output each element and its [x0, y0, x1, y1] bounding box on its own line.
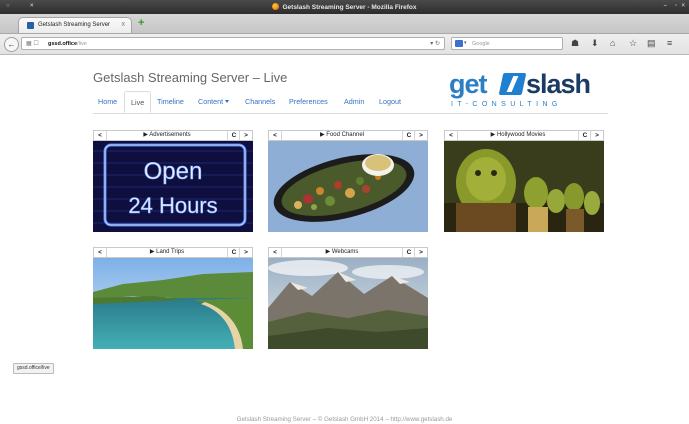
web-page: Getslash Streaming Server – Live get sla…	[0, 55, 689, 424]
next-channel-button[interactable]: >	[414, 131, 427, 140]
bookmarks-library-icon[interactable]: ▤	[647, 38, 656, 48]
nav-preferences[interactable]: Preferences	[289, 97, 328, 106]
browser-tab-label: Getslash Streaming Server	[38, 22, 111, 28]
url-text: gssd.office/live	[48, 41, 87, 47]
play-icon: ▶	[325, 249, 331, 255]
page-info-icon[interactable]: ▦ ☐	[26, 40, 39, 47]
tab-strip: Getslash Streaming Server x +	[0, 14, 689, 34]
site-favicon-icon	[27, 22, 34, 29]
channel-play-link[interactable]: ▶ Land Trips	[107, 248, 227, 257]
prev-channel-button[interactable]: <	[94, 248, 107, 257]
sign-line-1: Open	[144, 158, 203, 185]
channel-preview-coastal-bay[interactable]	[93, 258, 253, 349]
nav-content-label: Content	[198, 97, 224, 106]
url-dropdown-reload-icon[interactable]: ▾ ↻	[430, 40, 440, 47]
nav-channels[interactable]: Channels	[245, 97, 275, 106]
bookmark-star-icon[interactable]: ☆	[629, 38, 637, 48]
nav-timeline[interactable]: Timeline	[157, 97, 184, 106]
page-footer: Getslash Streaming Server – © Getslash G…	[236, 416, 453, 423]
home-icon[interactable]: ⌂	[610, 38, 615, 48]
next-channel-button[interactable]: >	[239, 248, 252, 257]
status-bar-url: gssd.office/live	[13, 363, 54, 374]
tab-close-icon[interactable]: x	[122, 21, 126, 28]
nav-content[interactable]: Content	[198, 97, 230, 106]
channel-play-link[interactable]: ▶ Webcams	[282, 248, 402, 257]
channel-name: Food Channel	[326, 132, 364, 138]
new-tab-button[interactable]: +	[138, 18, 144, 29]
firefox-icon	[272, 3, 280, 10]
play-icon: ▶	[143, 132, 148, 138]
window-minimize-icon[interactable]: –	[664, 3, 667, 9]
caret-down-icon	[225, 100, 230, 103]
channel-header: < ▶ Food Channel C >	[268, 130, 428, 141]
downloads-icon[interactable]: ⬇	[591, 38, 599, 48]
nav-live[interactable]: Live	[124, 91, 152, 113]
nav-admin[interactable]: Admin	[344, 97, 364, 106]
play-icon: ▶	[320, 132, 325, 138]
channel-tile-webcams: < ▶ Webcams C >	[268, 247, 428, 349]
channel-play-link[interactable]: ▶ Hollywood Movies	[458, 131, 578, 140]
sign-line-2: 24 Hours	[128, 193, 217, 218]
next-channel-button[interactable]: >	[239, 131, 252, 140]
channel-tile-advertisements: < ▶ Advertisements C > Open 24 Hours	[93, 130, 253, 232]
url-path: /live	[77, 41, 87, 47]
channel-header: < ▶ Land Trips C >	[93, 247, 253, 258]
channel-name: Webcams	[331, 249, 359, 255]
channel-preview-mountain-range[interactable]	[268, 258, 428, 349]
channel-header: < ▶ Hollywood Movies C >	[444, 130, 604, 141]
search-placeholder: Google	[472, 41, 490, 47]
next-channel-button[interactable]: >	[414, 248, 427, 257]
channel-tile-food: < ▶ Food Channel C >	[268, 130, 428, 232]
channel-preview-food-platter[interactable]	[268, 141, 428, 232]
channel-play-link[interactable]: ▶ Advertisements	[107, 131, 227, 140]
play-icon: ▶	[490, 132, 496, 138]
play-icon: ▶	[149, 249, 155, 255]
channel-name: Hollywood Movies	[496, 132, 546, 138]
prev-channel-button[interactable]: <	[269, 131, 282, 140]
channel-preview-neon-sign[interactable]: Open 24 Hours	[93, 141, 253, 232]
window-title-text: Getslash Streaming Server - Mozilla Fire…	[282, 4, 417, 11]
channel-tile-land-trips: < ▶ Land Trips C >	[93, 247, 253, 349]
channel-name: Advertisements	[149, 132, 191, 138]
menu-hamburger-icon[interactable]: ≡	[667, 38, 672, 48]
browser-toolbar: ← ▦ ☐ gssd.office/live ▾ ↻ ▾ Google ☗ ⬇ …	[0, 34, 689, 55]
channel-header: < ▶ Advertisements C >	[93, 130, 253, 141]
prev-channel-button[interactable]: <	[94, 131, 107, 140]
nav-home[interactable]: Home	[98, 97, 117, 106]
addon-icon[interactable]: ☗	[571, 38, 579, 48]
search-bar[interactable]: ▾ Google	[451, 37, 563, 50]
channel-header: < ▶ Webcams C >	[268, 247, 428, 258]
channel-preview-animated-ogres[interactable]	[444, 141, 604, 232]
window-close-right-icon[interactable]: ×	[681, 3, 685, 9]
next-channel-button[interactable]: >	[590, 131, 603, 140]
browser-tab[interactable]: Getslash Streaming Server x	[18, 17, 132, 33]
channel-name: Land Trips	[156, 249, 185, 255]
nav-logout[interactable]: Logout	[379, 97, 401, 106]
main-nav: Home Live Timeline Content Channels Pref…	[93, 91, 608, 114]
prev-channel-button[interactable]: <	[445, 131, 458, 140]
window-title: Getslash Streaming Server - Mozilla Fire…	[0, 3, 689, 11]
window-titlebar: ○ × Getslash Streaming Server - Mozilla …	[0, 0, 689, 14]
search-engine-icon[interactable]	[455, 40, 463, 47]
search-engine-dropdown-icon[interactable]: ▾	[464, 40, 467, 46]
channel-play-link[interactable]: ▶ Food Channel	[282, 131, 402, 140]
url-host: gssd.office	[48, 41, 78, 47]
page-title: Getslash Streaming Server – Live	[93, 70, 288, 85]
channel-tile-hollywood: < ▶ Hollywood Movies C >	[444, 130, 604, 232]
back-button[interactable]: ←	[4, 37, 19, 52]
url-bar[interactable]: ▦ ☐ gssd.office/live ▾ ↻	[21, 37, 445, 50]
window-maximize-icon[interactable]: ▫	[675, 3, 677, 9]
prev-channel-button[interactable]: <	[269, 248, 282, 257]
